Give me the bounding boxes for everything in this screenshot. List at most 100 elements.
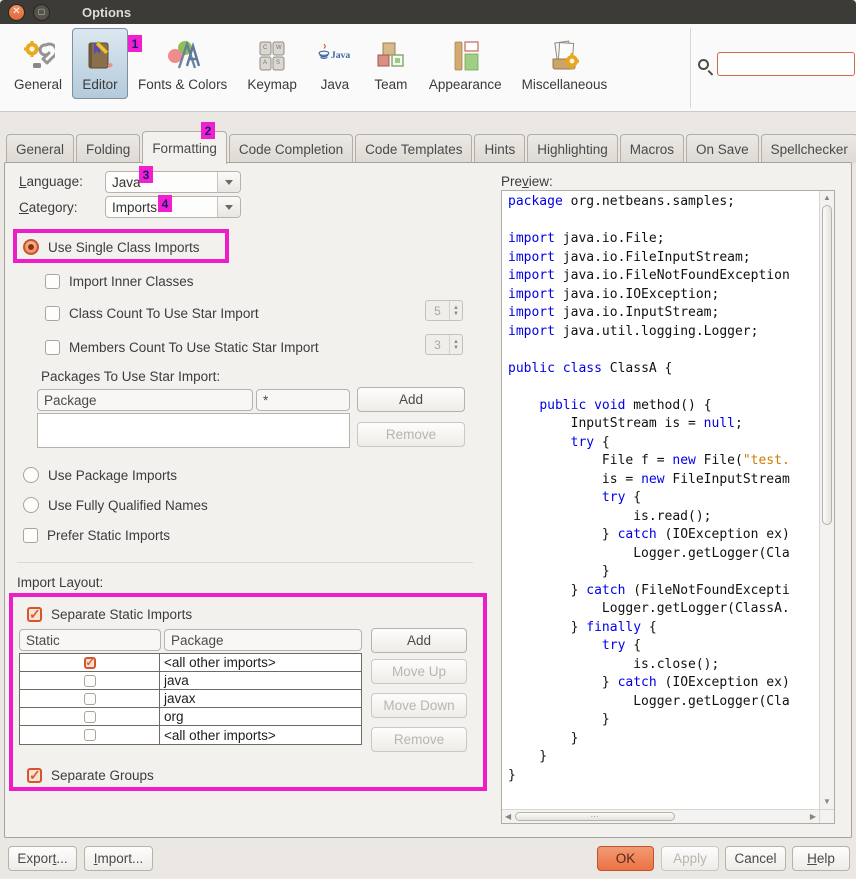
svg-text:S: S xyxy=(276,60,280,66)
cancel-button[interactable]: Cancel xyxy=(725,846,786,871)
table-row[interactable]: java xyxy=(20,672,361,690)
scroll-up-icon[interactable]: ▲ xyxy=(823,194,831,202)
scroll-left-icon[interactable]: ◀ xyxy=(505,813,511,821)
checkbox-icon xyxy=(45,274,60,289)
tab-spellchecker[interactable]: Spellchecker xyxy=(761,134,856,163)
radio-use-fully-qualified-names[interactable]: Use Fully Qualified Names xyxy=(23,495,208,515)
spinner-value: 3 xyxy=(426,335,449,354)
language-label: Language: xyxy=(19,174,83,189)
radio-icon xyxy=(23,497,39,513)
radio-use-single-class-imports[interactable]: Use Single Class Imports xyxy=(23,237,200,257)
tab-folding[interactable]: Folding xyxy=(76,134,140,163)
tab-on-save[interactable]: On Save xyxy=(686,134,759,163)
tab-general[interactable]: General xyxy=(6,134,74,163)
layout-add-button[interactable]: Add xyxy=(371,628,467,653)
layout-package-column-header[interactable]: Package xyxy=(164,629,362,651)
scroll-right-icon[interactable]: ▶ xyxy=(810,813,816,821)
checkbox-prefer-static-imports[interactable]: Prefer Static Imports xyxy=(23,525,170,545)
packages-remove-button[interactable]: Remove xyxy=(357,422,465,447)
toolbar-item-keymap[interactable]: CWAS Keymap xyxy=(237,28,307,99)
category-select[interactable]: Imports xyxy=(105,196,241,218)
static-checkbox[interactable] xyxy=(84,711,96,723)
package-cell: java xyxy=(160,672,361,689)
members-count-spinner[interactable]: 3 ▲▼ xyxy=(425,334,463,355)
package-cell: <all other imports> xyxy=(160,654,361,671)
import-button[interactable]: Import... xyxy=(84,846,153,871)
star-package-column-header[interactable]: Package xyxy=(37,389,253,411)
static-checkbox[interactable] xyxy=(84,693,96,705)
help-button[interactable]: Help xyxy=(792,846,850,871)
annotation-badge-2: 2 xyxy=(201,122,215,139)
static-checkbox[interactable] xyxy=(84,657,96,669)
window-title: Options xyxy=(82,5,131,20)
horizontal-scroll-thumb[interactable]: ⋯ xyxy=(515,812,675,821)
checkbox-label: Prefer Static Imports xyxy=(47,528,170,543)
title-bar: ✕ ▢ Options xyxy=(0,0,856,24)
export-button[interactable]: Export... xyxy=(8,846,77,871)
preview-code: package org.netbeans.samples; import jav… xyxy=(502,191,819,809)
packages-add-button[interactable]: Add xyxy=(357,387,465,412)
star-pattern-column-header[interactable]: * xyxy=(256,389,350,411)
checkbox-members-count-star[interactable]: Members Count To Use Static Star Import xyxy=(45,337,319,357)
scroll-down-icon[interactable]: ▼ xyxy=(823,798,831,806)
table-row[interactable]: javax xyxy=(20,690,361,708)
move-up-button[interactable]: Move Up xyxy=(371,659,467,684)
spinner-arrows-icon[interactable]: ▲▼ xyxy=(449,335,462,354)
fonts-colors-icon xyxy=(165,37,201,75)
checkbox-icon xyxy=(45,340,60,355)
chevron-down-icon xyxy=(217,197,240,217)
tab-code-completion[interactable]: Code Completion xyxy=(229,134,353,163)
toolbar-item-java[interactable]: Java Java xyxy=(307,28,363,99)
language-select[interactable]: Java xyxy=(105,171,241,193)
toolbar-item-team[interactable]: Team xyxy=(363,28,419,99)
team-icon xyxy=(373,37,409,75)
svg-text:A: A xyxy=(263,60,267,66)
class-count-spinner[interactable]: 5 ▲▼ xyxy=(425,300,463,321)
checkbox-class-count-star[interactable]: Class Count To Use Star Import xyxy=(45,303,259,323)
toolbar-item-label: Fonts & Colors xyxy=(138,77,227,92)
static-checkbox[interactable] xyxy=(84,675,96,687)
spinner-arrows-icon[interactable]: ▲▼ xyxy=(449,301,462,320)
radio-use-package-imports[interactable]: Use Package Imports xyxy=(23,465,177,485)
toolbar-item-miscellaneous[interactable]: Miscellaneous xyxy=(512,28,618,99)
layout-remove-button[interactable]: Remove xyxy=(371,727,467,752)
checkbox-icon xyxy=(27,768,42,783)
toolbar-item-label: Appearance xyxy=(429,77,502,92)
preview-pane: package org.netbeans.samples; import jav… xyxy=(501,190,835,824)
java-icon: Java xyxy=(317,37,353,75)
checkbox-import-inner-classes[interactable]: Import Inner Classes xyxy=(45,271,194,291)
layout-static-column-header[interactable]: Static xyxy=(19,629,161,651)
package-cell: <all other imports> xyxy=(160,726,361,744)
search-input[interactable] xyxy=(717,52,855,76)
close-icon[interactable]: ✕ xyxy=(8,4,25,21)
table-row[interactable]: org xyxy=(20,708,361,726)
table-row[interactable]: <all other imports> xyxy=(20,726,361,744)
vertical-scrollbar[interactable]: ▲ ▼ xyxy=(819,191,834,809)
star-import-list[interactable] xyxy=(37,413,350,448)
toolbar-item-label: Keymap xyxy=(247,77,297,92)
checkbox-separate-groups[interactable]: Separate Groups xyxy=(27,765,154,785)
restore-icon[interactable]: ▢ xyxy=(33,4,50,21)
vertical-scroll-thumb[interactable] xyxy=(822,205,832,525)
table-row[interactable]: <all other imports> xyxy=(20,654,361,672)
toolbar-item-appearance[interactable]: Appearance xyxy=(419,28,512,99)
checkbox-separate-static-imports[interactable]: Separate Static Imports xyxy=(27,604,192,624)
tab-highlighting[interactable]: Highlighting xyxy=(527,134,618,163)
toolbar-item-editor[interactable]: Editor xyxy=(72,28,128,99)
static-checkbox[interactable] xyxy=(84,729,96,741)
miscellaneous-icon xyxy=(546,37,582,75)
tab-macros[interactable]: Macros xyxy=(620,134,684,163)
toolbar-item-fonts-colors[interactable]: Fonts & Colors xyxy=(128,28,237,99)
chevron-down-icon xyxy=(217,172,240,192)
tab-code-templates[interactable]: Code Templates xyxy=(355,134,472,163)
toolbar-item-general[interactable]: General xyxy=(4,28,72,99)
radio-label: Use Fully Qualified Names xyxy=(48,498,208,513)
ok-button[interactable]: OK xyxy=(597,846,654,871)
keymap-icon: CWAS xyxy=(254,37,290,75)
checkbox-label: Class Count To Use Star Import xyxy=(69,306,259,321)
tab-hints[interactable]: Hints xyxy=(474,134,525,163)
checkbox-icon xyxy=(27,607,42,622)
apply-button[interactable]: Apply xyxy=(661,846,719,871)
horizontal-scrollbar[interactable]: ◀ ⋯ ▶ xyxy=(502,809,819,823)
move-down-button[interactable]: Move Down xyxy=(371,693,467,718)
